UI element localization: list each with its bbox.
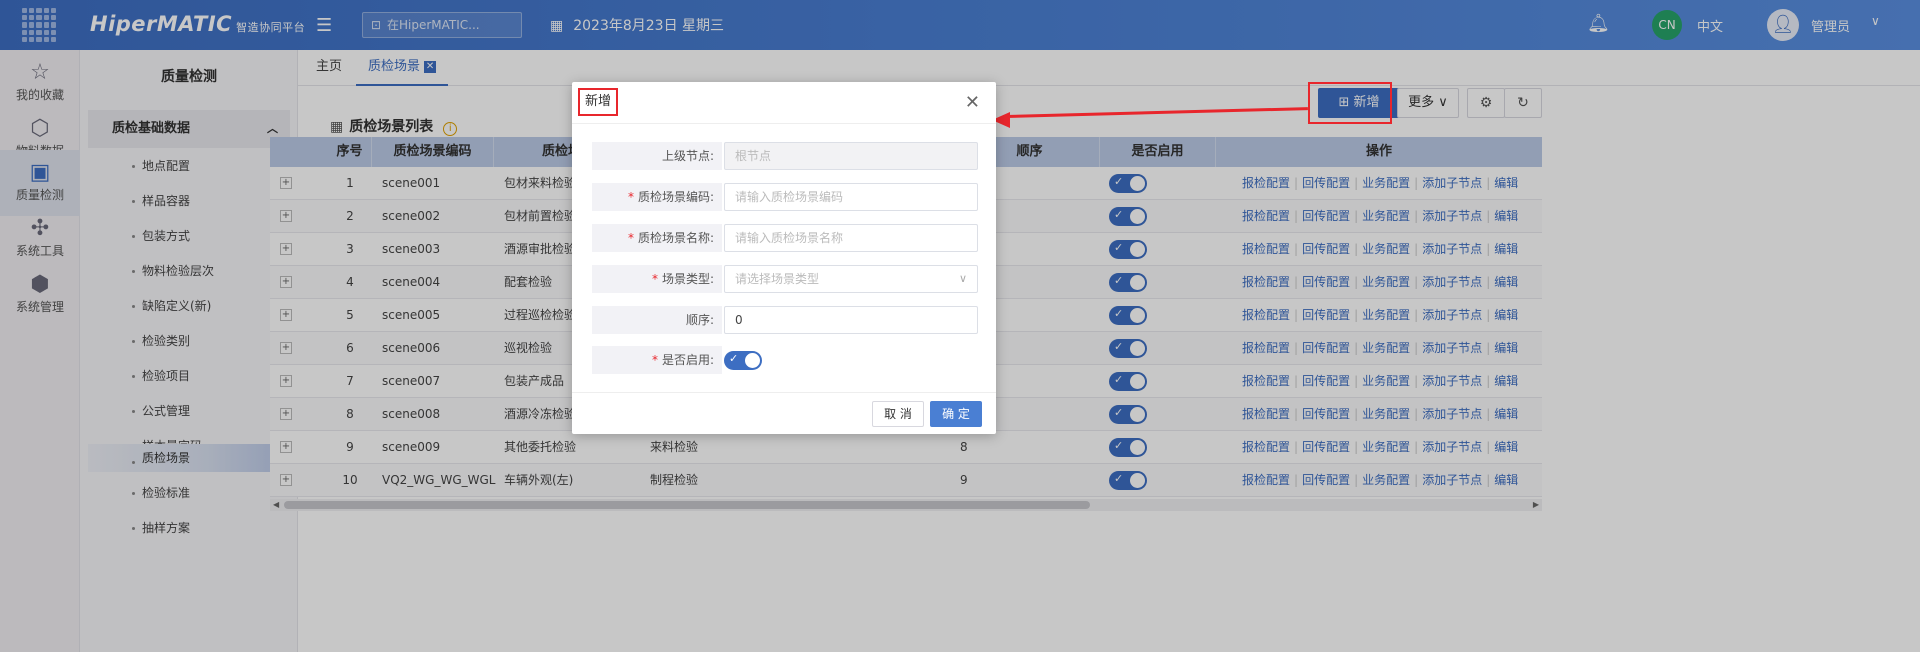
enabled-toggle[interactable]: ✓ [724, 351, 762, 370]
scene-name-input[interactable]: 请输入质检场景名称 [724, 224, 978, 252]
add-dialog: 新增 ✕ 上级节点: 根节点 * 质检场景编码: 请输入质检场景编码 * 质检场景名称: 请输… [572, 82, 996, 434]
cancel-button[interactable]: 取 消 [872, 401, 924, 427]
form-row: * 质检场景名称: 请输入质检场景名称 [592, 224, 978, 252]
chevron-down-icon: ∨ [958, 272, 967, 285]
required-mark: * [651, 353, 658, 367]
field-label: * 质检场景编码: [592, 183, 722, 211]
dialog-title: 新增 [578, 88, 618, 116]
form-row: * 场景类型: 请选择场景类型 ∨ [592, 265, 978, 293]
dialog-footer: 取 消 确 定 [572, 392, 996, 434]
confirm-button[interactable]: 确 定 [930, 401, 982, 427]
annotation-box [1308, 82, 1392, 124]
field-label: 上级节点: [592, 142, 722, 170]
order-input[interactable]: 0 [724, 306, 978, 334]
field-label: * 是否启用: [592, 346, 722, 374]
required-mark: * [651, 272, 658, 286]
form-row: * 质检场景编码: 请输入质检场景编码 [592, 183, 978, 211]
scene-code-input[interactable]: 请输入质检场景编码 [724, 183, 978, 211]
close-icon[interactable]: ✕ [965, 92, 980, 113]
scene-type-select[interactable]: 请选择场景类型 ∨ [724, 265, 978, 293]
field-label: 顺序: [592, 306, 722, 334]
required-mark: * [627, 231, 634, 245]
check-icon: ✓ [729, 352, 739, 365]
form-row: 上级节点: 根节点 [592, 142, 978, 170]
parent-node-input: 根节点 [724, 142, 978, 170]
field-label: * 场景类型: [592, 265, 722, 293]
form-row: * 是否启用: ✓ [592, 346, 978, 374]
dialog-header: 新增 ✕ [572, 82, 996, 124]
field-label: * 质检场景名称: [592, 224, 722, 252]
form-row: 顺序: 0 [592, 306, 978, 334]
required-mark: * [627, 190, 634, 204]
